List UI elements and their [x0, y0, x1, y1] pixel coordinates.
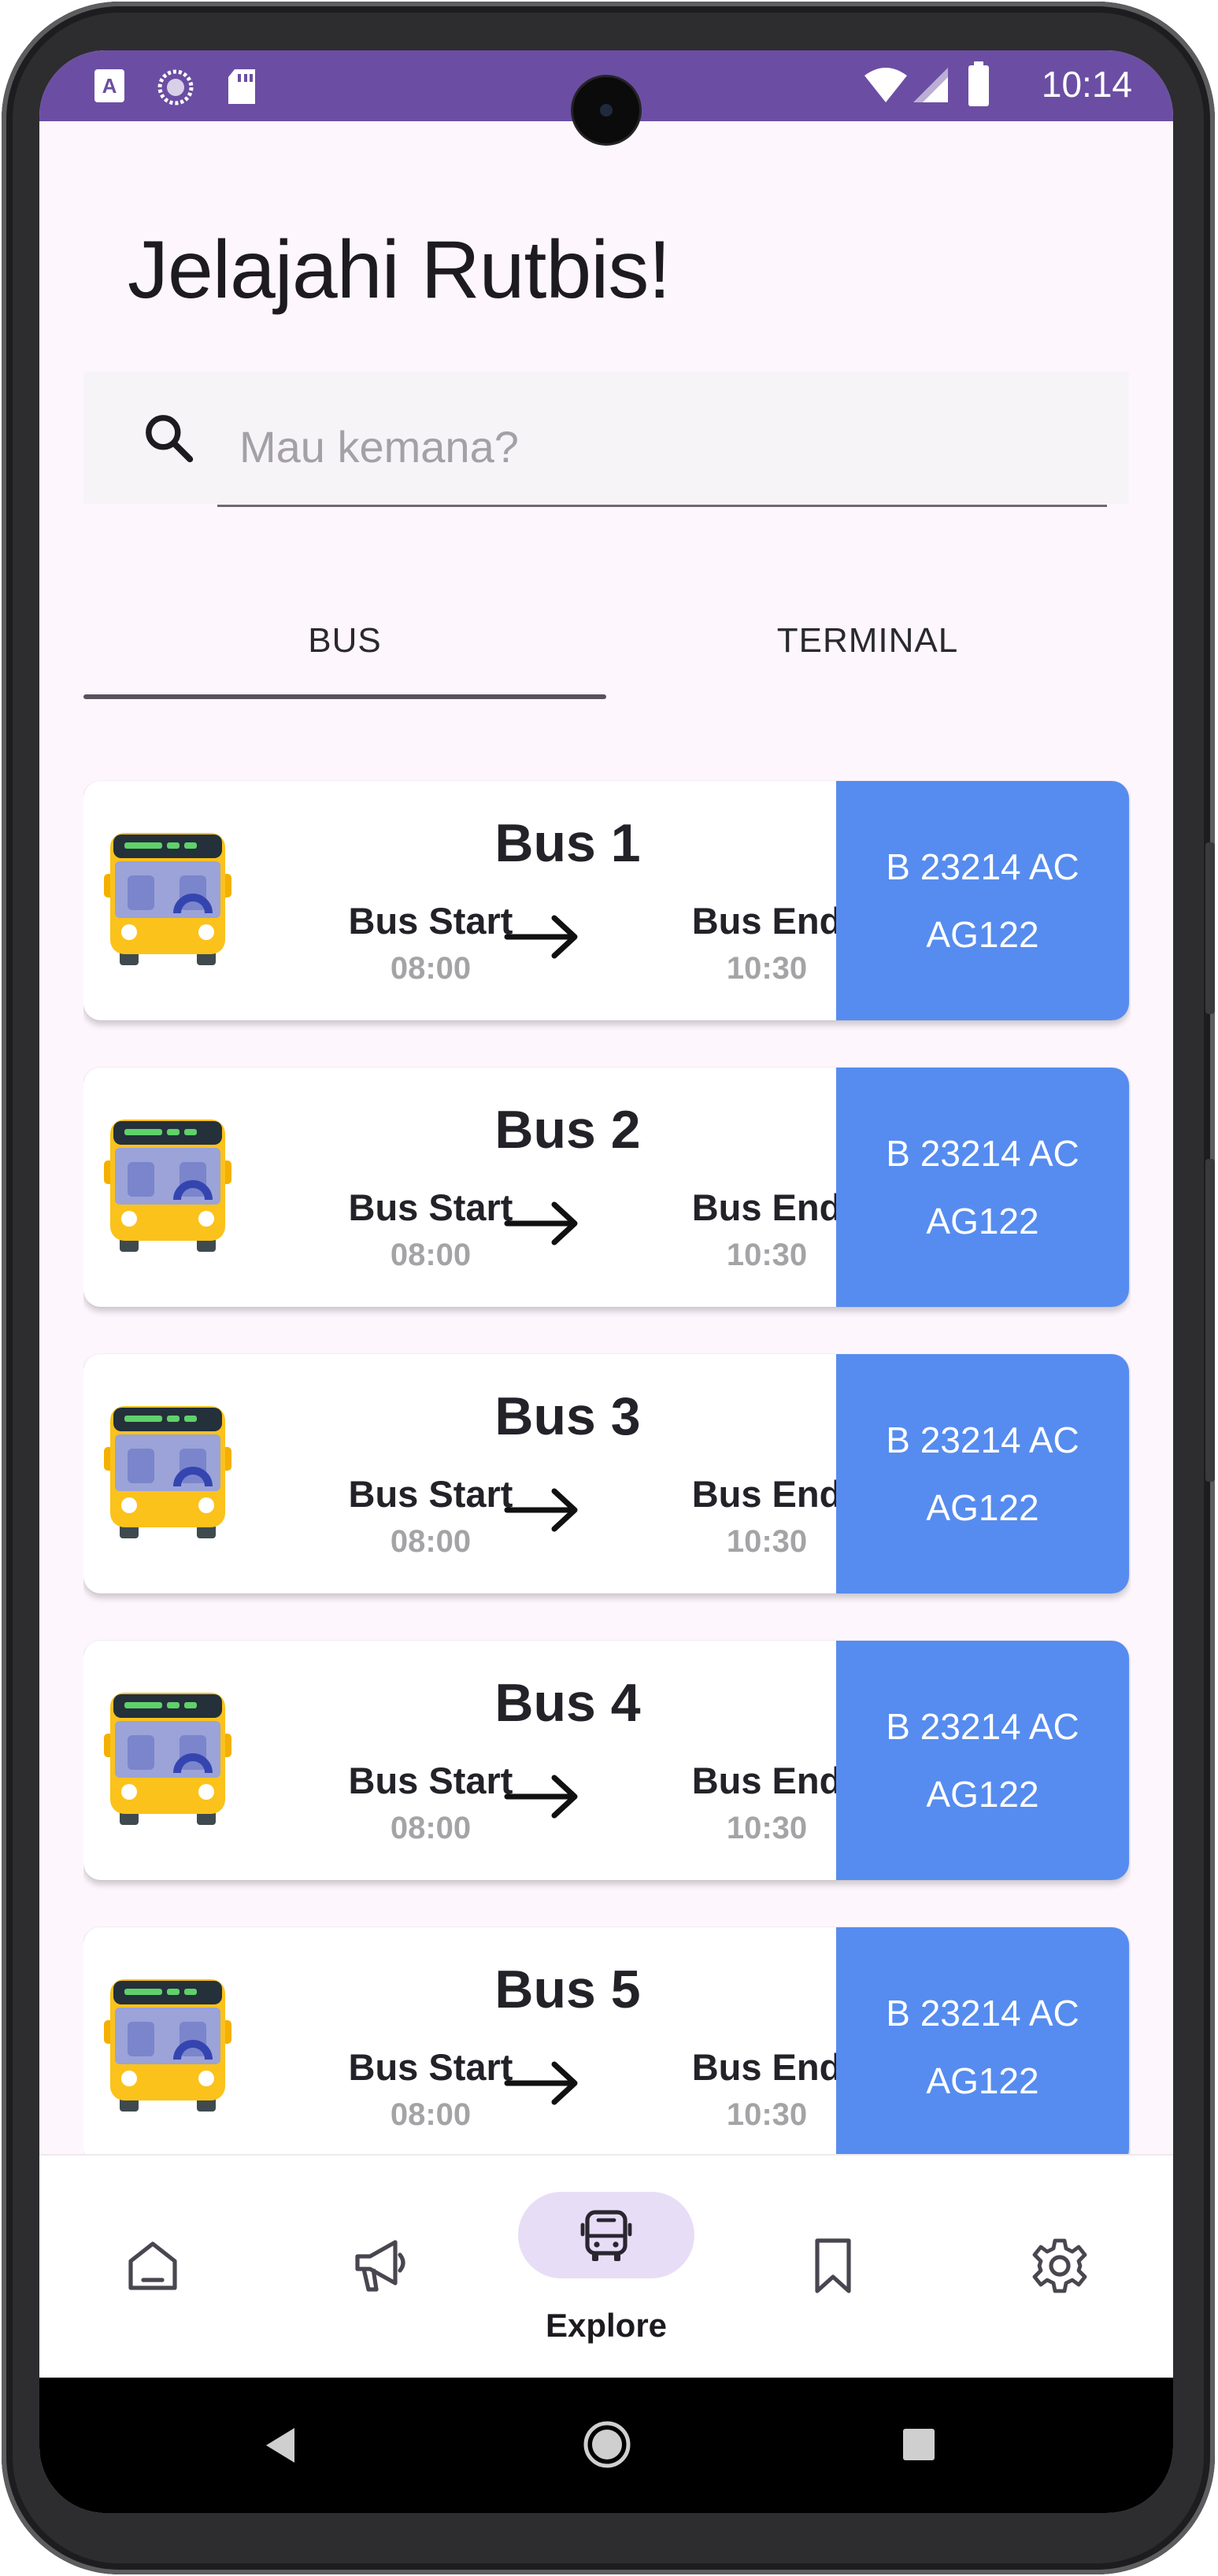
bus-icon [104, 1120, 231, 1252]
megaphone-icon [355, 2240, 405, 2292]
home-icon [128, 2241, 177, 2290]
bus-card[interactable]: Bus 1 Bus Start 08:00 Bus End 10:30 B 23… [83, 781, 1129, 1020]
sd-card-icon [228, 69, 255, 104]
nav-explore-label[interactable]: Explore [493, 2307, 720, 2345]
bottom-navigation: Explore [39, 2154, 1173, 2379]
arrow-right-icon [504, 2061, 578, 2105]
bus-plate-number: B 23214 AC [886, 1993, 1079, 2034]
bus-route-code: AG122 [926, 1774, 1039, 1815]
bus-plate-panel: B 23214 AC AG122 [836, 1641, 1129, 1880]
tab-indicator [83, 694, 606, 699]
bus-start-label: Bus Start [348, 1760, 513, 1801]
keyboard-a-icon: A [94, 69, 124, 102]
tab-bus[interactable]: BUS [83, 586, 606, 696]
bus-start-time: 08:00 [390, 1811, 472, 1845]
bus-start-label: Bus Start [348, 1473, 513, 1515]
bus-start-time: 08:00 [390, 951, 472, 986]
bus-route-code: AG122 [926, 1201, 1039, 1242]
bus-list[interactable]: Bus 1 Bus Start 08:00 Bus End 10:30 B 23… [83, 775, 1131, 2163]
nav-explore-indicator[interactable] [518, 2192, 694, 2278]
nav-home[interactable] [39, 2156, 266, 2379]
bus-route-code: AG122 [926, 1487, 1039, 1528]
wifi-icon [864, 68, 907, 102]
svg-text:A: A [102, 74, 117, 98]
tab-terminal[interactable]: TERMINAL [606, 586, 1129, 696]
nav-announcements[interactable] [266, 2156, 493, 2379]
arrow-right-icon [504, 1201, 578, 1245]
search-input[interactable] [217, 389, 1107, 507]
bus-plate-panel: B 23214 AC AG122 [836, 1068, 1129, 1307]
signal-icon [913, 68, 948, 102]
bus-start-time: 08:00 [390, 2097, 472, 2132]
bus-plate-panel: B 23214 AC AG122 [836, 781, 1129, 1020]
bus-start-time: 08:00 [390, 1524, 472, 1559]
loading-circle-icon [157, 69, 194, 105]
arrow-right-icon [504, 1488, 578, 1532]
bus-name: Bus 1 [494, 813, 641, 873]
bus-card[interactable]: Bus 4 Bus Start 08:00 Bus End 10:30 B 23… [83, 1641, 1129, 1880]
back-icon[interactable] [265, 2426, 296, 2464]
bus-route-code: AG122 [926, 2060, 1039, 2101]
bus-plate-panel: B 23214 AC AG122 [836, 1354, 1129, 1593]
bus-start-label: Bus Start [348, 900, 513, 942]
page-title: Jelajahi Rutbis! [128, 224, 671, 316]
bus-plate-number: B 23214 AC [886, 1706, 1079, 1747]
bus-icon [104, 1693, 231, 1825]
front-camera [573, 77, 639, 143]
bus-start-label: Bus Start [348, 2046, 513, 2088]
gear-icon [1032, 2238, 1087, 2293]
bookmark-icon [815, 2238, 851, 2293]
arrow-right-icon [504, 915, 578, 959]
nav-settings[interactable] [946, 2156, 1173, 2379]
bus-plate-number: B 23214 AC [886, 846, 1079, 887]
bus-start-time: 08:00 [390, 1238, 472, 1272]
home-circle-icon[interactable] [583, 2420, 631, 2469]
bus-icon [104, 833, 231, 965]
bus-plate-number: B 23214 AC [886, 1133, 1079, 1174]
bus-plate-panel: B 23214 AC AG122 [836, 1927, 1129, 2163]
bus-card[interactable]: Bus 3 Bus Start 08:00 Bus End 10:30 B 23… [83, 1354, 1129, 1593]
bus-route-code: AG122 [926, 914, 1039, 955]
bus-name: Bus 4 [494, 1673, 641, 1733]
bus-icon [104, 1406, 231, 1538]
arrow-right-icon [504, 1775, 578, 1819]
bus-plate-number: B 23214 AC [886, 1419, 1079, 1460]
nav-bookmarks[interactable] [720, 2156, 946, 2379]
bus-name: Bus 3 [494, 1386, 641, 1446]
status-time: 10:14 [1041, 64, 1132, 105]
search-icon [146, 415, 194, 463]
screen: A 10:14 Jelajahi Rutbis! Mau kemana? BUS… [39, 50, 1173, 2513]
phone-frame: A 10:14 Jelajahi Rutbis! Mau kemana? BUS… [2, 2, 1215, 2574]
tab-bus-label: BUS [308, 621, 382, 660]
bus-icon [104, 1979, 231, 2112]
bus-card[interactable]: Bus 5 Bus Start 08:00 Bus End 10:30 B 23… [83, 1927, 1129, 2163]
volume-button [1205, 842, 1215, 1014]
bus-name: Bus 2 [494, 1100, 641, 1160]
power-button [1205, 1159, 1215, 1482]
bus-start-label: Bus Start [348, 1186, 513, 1228]
battery-icon [968, 61, 989, 106]
bus-icon [580, 2210, 632, 2261]
recents-icon[interactable] [902, 2428, 935, 2461]
bus-card[interactable]: Bus 2 Bus Start 08:00 Bus End 10:30 B 23… [83, 1068, 1129, 1307]
bus-name: Bus 5 [494, 1960, 641, 2019]
system-navigation-bar [39, 2378, 1173, 2513]
tab-terminal-label: TERMINAL [776, 621, 959, 660]
